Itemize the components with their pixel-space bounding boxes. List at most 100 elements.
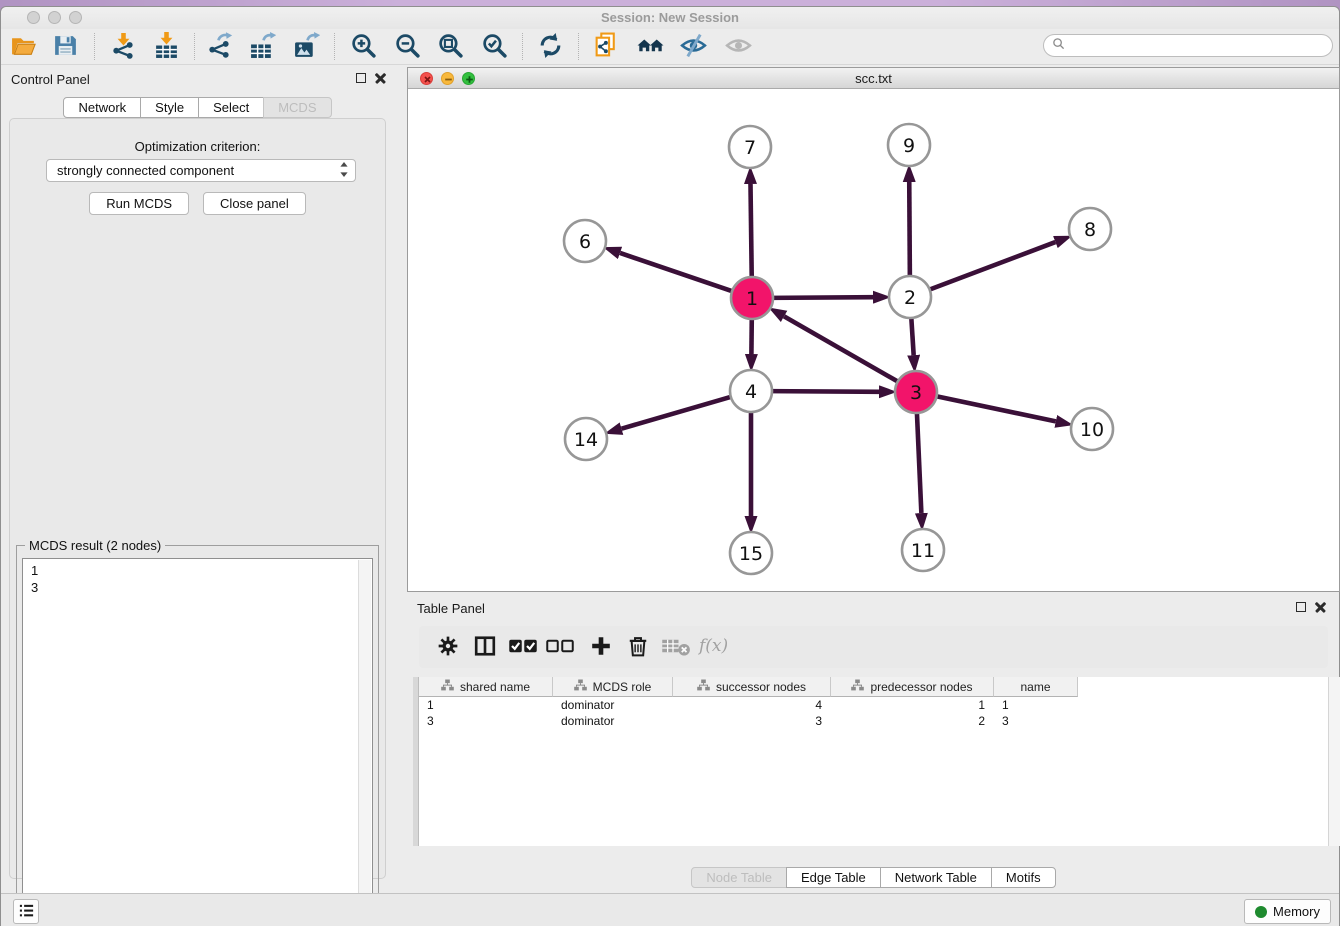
criterion-select[interactable]: strongly connected component <box>46 159 356 182</box>
memory-button[interactable]: Memory <box>1244 899 1331 924</box>
graph-node-2[interactable]: 2 <box>889 276 931 318</box>
save-session-button[interactable] <box>49 31 81 63</box>
zoom-out-icon <box>394 32 421 62</box>
close-panel-button[interactable]: Close panel <box>203 192 306 215</box>
table-cell[interactable]: 1 <box>419 697 553 713</box>
graph-edge-4-3[interactable] <box>770 391 879 392</box>
graph-node-4[interactable]: 4 <box>730 370 772 412</box>
deselect-all-icon <box>542 636 578 659</box>
svg-text:2: 2 <box>904 287 916 309</box>
zoom-selected-icon <box>481 32 508 62</box>
table-cell[interactable]: 2 <box>831 713 994 729</box>
graph-node-7[interactable]: 7 <box>729 126 771 168</box>
export-table-button[interactable] <box>246 31 278 63</box>
graph-node-11[interactable]: 11 <box>902 529 944 571</box>
scrollbar-track[interactable] <box>358 560 371 920</box>
zoom-selected-button[interactable] <box>478 31 510 63</box>
column-header-mcds-role[interactable]: MCDS role <box>553 677 673 697</box>
duplicate-network-button[interactable] <box>590 31 622 63</box>
tab-node-table[interactable]: Node Table <box>691 867 787 888</box>
column-header-predecessor-nodes[interactable]: predecessor nodes <box>831 677 994 697</box>
column-header-shared-name[interactable]: shared name <box>419 677 553 697</box>
table-cell[interactable]: 4 <box>673 697 831 713</box>
table-row[interactable]: 1dominator411 <box>419 697 1078 713</box>
delete-column-button[interactable] <box>623 634 653 660</box>
tab-select[interactable]: Select <box>198 97 264 118</box>
tree-icon <box>574 679 587 694</box>
table-cell[interactable]: 3 <box>673 713 831 729</box>
table-cell[interactable]: 3 <box>419 713 553 729</box>
add-column-button[interactable] <box>586 634 616 660</box>
zoom-fit-button[interactable] <box>434 31 466 63</box>
import-network-button[interactable] <box>107 31 139 63</box>
export-network-button[interactable] <box>203 31 235 63</box>
graph-edge-4-14[interactable] <box>622 396 733 428</box>
close-table-panel-icon[interactable] <box>1315 601 1326 612</box>
refresh-button[interactable] <box>534 31 566 63</box>
hide-selected-button[interactable] <box>677 31 709 63</box>
control-panel-tabs: NetworkStyleSelectMCDS <box>1 97 394 119</box>
graph-node-15[interactable]: 15 <box>730 532 772 574</box>
tab-network[interactable]: Network <box>63 97 141 118</box>
table-settings-button[interactable] <box>433 634 463 660</box>
svg-text:14: 14 <box>574 429 598 451</box>
search-input[interactable] <box>1070 39 1324 53</box>
tab-motifs[interactable]: Motifs <box>991 867 1056 888</box>
select-all-icon <box>505 636 541 659</box>
graph-node-3[interactable]: 3 <box>895 371 937 413</box>
table-row[interactable]: 3dominator323 <box>419 713 1078 729</box>
network-canvas[interactable]: 1 2 3 4 6 7 8 9 10 11 14 15 <box>408 89 1339 591</box>
table-cell[interactable]: 3 <box>994 713 1078 729</box>
scrollbar-track[interactable] <box>1328 677 1340 846</box>
table-cell[interactable]: 1 <box>831 697 994 713</box>
tab-network-table[interactable]: Network Table <box>880 867 992 888</box>
graph-edge-3-11[interactable] <box>917 411 922 513</box>
graph-node-8[interactable]: 8 <box>1069 208 1111 250</box>
export-image-button[interactable] <box>290 31 322 63</box>
mcds-result-item: 1 <box>31 562 372 579</box>
tab-edge-table[interactable]: Edge Table <box>786 867 881 888</box>
select-all-rows-button[interactable] <box>508 634 538 660</box>
graph-node-10[interactable]: 10 <box>1071 408 1113 450</box>
column-header-name[interactable]: name <box>994 677 1078 697</box>
duplicate-network-icon <box>593 32 620 62</box>
graph-node-14[interactable]: 14 <box>565 418 607 460</box>
float-table-panel-icon[interactable] <box>1296 602 1306 612</box>
tab-mcds[interactable]: MCDS <box>263 97 331 118</box>
import-table-button[interactable] <box>150 31 182 63</box>
table-cell[interactable]: 1 <box>994 697 1078 713</box>
export-network-icon <box>206 32 233 62</box>
zoom-in-button[interactable] <box>347 31 379 63</box>
graph-node-9[interactable]: 9 <box>888 124 930 166</box>
zoom-fit-icon <box>437 32 464 62</box>
open-session-button[interactable] <box>7 31 39 63</box>
column-visibility-button[interactable] <box>470 634 500 660</box>
graph-edge-3-10[interactable] <box>935 396 1056 421</box>
column-header-successor-nodes[interactable]: successor nodes <box>673 677 831 697</box>
mcds-result-list[interactable]: 13 <box>22 558 373 922</box>
column-header-label: name <box>1020 680 1050 694</box>
home-button[interactable] <box>634 31 666 63</box>
graph-edge-2-3[interactable] <box>911 316 913 355</box>
float-panel-icon[interactable] <box>356 73 366 83</box>
plus-icon <box>590 635 612 660</box>
graph-edge-2-8[interactable] <box>928 242 1056 290</box>
graph-edge-1-2[interactable] <box>771 297 873 298</box>
close-panel-icon[interactable] <box>375 72 386 83</box>
graph-edge-1-6[interactable] <box>620 253 734 292</box>
graph-edge-3-1[interactable] <box>784 316 899 382</box>
graph-node-6[interactable]: 6 <box>564 220 606 262</box>
graph-edge-1-7[interactable] <box>750 184 751 279</box>
tab-style[interactable]: Style <box>140 97 199 118</box>
gear-icon <box>437 635 459 660</box>
graph-edge-2-9[interactable] <box>909 182 910 278</box>
zoom-out-button[interactable] <box>391 31 423 63</box>
deselect-all-rows-button[interactable] <box>545 634 575 660</box>
table-cell[interactable]: dominator <box>553 697 673 713</box>
run-mcds-button[interactable]: Run MCDS <box>89 192 189 215</box>
graph-node-1[interactable]: 1 <box>731 277 773 319</box>
trash-icon <box>627 635 649 660</box>
network-graph[interactable]: 1 2 3 4 6 7 8 9 10 11 14 15 <box>408 89 1339 591</box>
table-cell[interactable]: dominator <box>553 713 673 729</box>
task-history-button[interactable] <box>13 899 39 924</box>
